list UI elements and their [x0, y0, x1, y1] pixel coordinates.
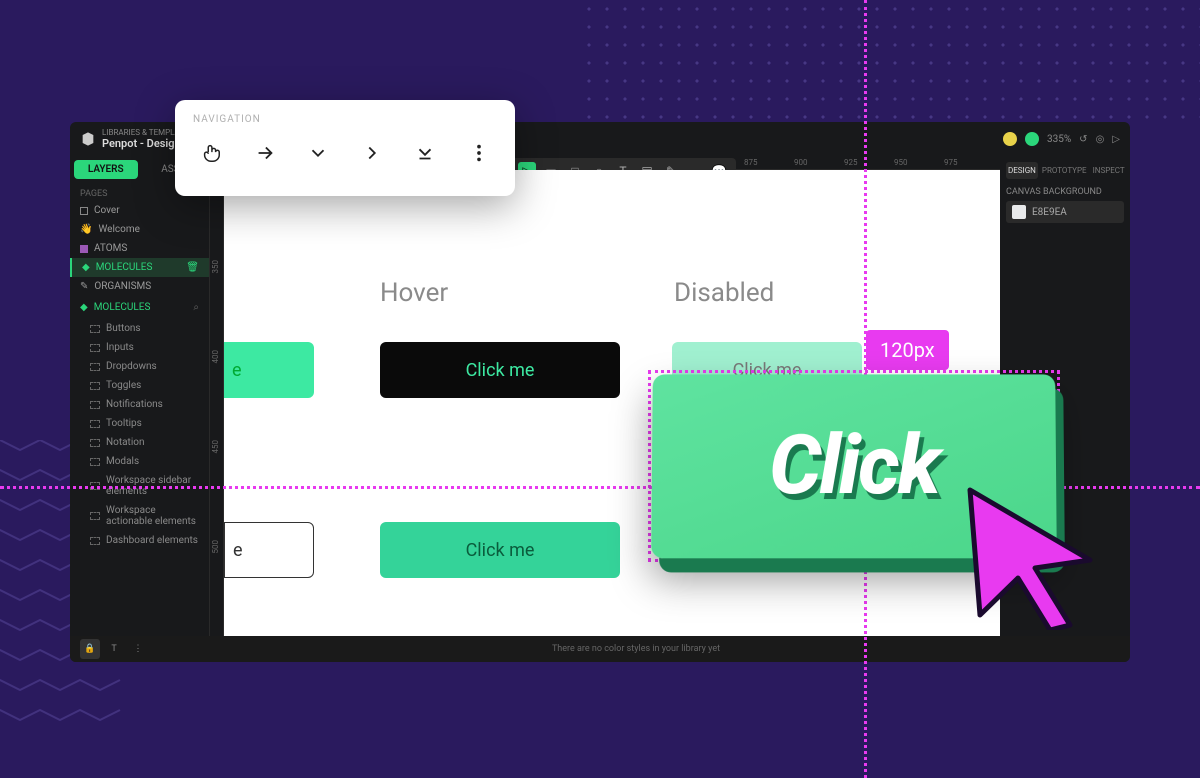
layer-item[interactable]: Workspace actionable elements — [70, 501, 209, 531]
bottombar-text-icon[interactable]: T — [104, 639, 124, 659]
layer-item[interactable]: Buttons — [70, 319, 209, 338]
page-label: ORGANISMS — [94, 281, 151, 292]
arrow-right-icon[interactable] — [251, 139, 279, 167]
button-preview-outline-peek[interactable]: e — [224, 522, 314, 578]
layers-root-label[interactable]: ◆MOLECULES⌕ — [70, 296, 209, 319]
page-item-welcome[interactable]: 👋Welcome — [70, 220, 209, 239]
layer-item[interactable]: Toggles — [70, 376, 209, 395]
chevron-right-icon[interactable] — [358, 139, 386, 167]
tab-layers[interactable]: LAYERS — [74, 160, 138, 179]
cursor-icon — [960, 480, 1100, 630]
chevron-down-line-icon[interactable] — [411, 139, 439, 167]
page-item-atoms[interactable]: ATOMS — [70, 239, 209, 258]
column-header-disabled: Disabled — [674, 278, 774, 308]
page-label: MOLECULES — [96, 262, 153, 273]
layer-item[interactable]: Notifications — [70, 395, 209, 414]
navigation-popover: NAVIGATION — [175, 100, 515, 196]
page-item-organisms[interactable]: ✎ORGANISMS — [70, 277, 209, 296]
layer-item[interactable]: Tooltips — [70, 414, 209, 433]
play-icon[interactable]: ▷ — [1112, 134, 1120, 145]
app-logo-icon — [80, 131, 96, 147]
popover-title: NAVIGATION — [193, 114, 497, 125]
more-vertical-icon[interactable] — [465, 139, 493, 167]
layer-item[interactable]: Dashboard elements — [70, 531, 209, 550]
canvas-bg-swatch[interactable]: E8E9EA — [1006, 201, 1124, 223]
chevron-down-icon[interactable] — [304, 139, 332, 167]
button-preview-default-peek[interactable]: e — [224, 342, 314, 398]
page-item-molecules[interactable]: ◆MOLECULES🗑 — [70, 258, 209, 277]
tab-prototype[interactable]: PROTOTYPE — [1040, 162, 1089, 179]
page-label: ATOMS — [94, 243, 127, 254]
measurement-badge: 120px — [866, 330, 949, 370]
page-item-cover[interactable]: Cover — [70, 201, 209, 220]
bottombar-more-icon[interactable]: ⋮ — [128, 639, 148, 659]
color-swatch-icon — [1012, 205, 1026, 219]
search-layers-icon[interactable]: ⌕ — [193, 302, 199, 313]
decorative-dots — [580, 0, 1200, 120]
bottom-bar: 🔒 T ⋮ There are no color styles in your … — [70, 636, 1130, 662]
ruler-vertical: 350 400 450 500 — [210, 170, 224, 636]
pointer-icon[interactable] — [197, 139, 225, 167]
canvas-bg-label: CANVAS BACKGROUND — [1006, 187, 1124, 197]
history-icon[interactable]: ↺ — [1079, 134, 1087, 145]
swatch-hex-value: E8E9EA — [1032, 207, 1067, 218]
page-label: Welcome — [98, 224, 139, 235]
left-sidebar: LAYERS ASSE PAGES Cover 👋Welcome ATOMS ◆… — [70, 156, 210, 636]
layer-item[interactable]: Modals — [70, 452, 209, 471]
column-header-hover: Hover — [380, 278, 448, 308]
bottombar-message: There are no color styles in your librar… — [552, 644, 720, 654]
user-badge-1[interactable] — [1003, 132, 1017, 146]
layer-item[interactable]: Notation — [70, 433, 209, 452]
tab-design[interactable]: DESIGN — [1006, 162, 1038, 179]
button-preview-secondary[interactable]: Click me — [380, 522, 620, 578]
delete-page-icon[interactable]: 🗑 — [186, 262, 199, 273]
page-label: Cover — [94, 205, 120, 216]
layer-item[interactable]: Inputs — [70, 338, 209, 357]
zoom-level[interactable]: 335% — [1047, 134, 1071, 145]
hero-click-label: Click — [769, 418, 939, 514]
tab-inspect[interactable]: INSPECT — [1091, 162, 1127, 179]
user-badge-2[interactable] — [1025, 132, 1039, 146]
layer-item[interactable]: Dropdowns — [70, 357, 209, 376]
button-preview-hover[interactable]: Click me — [380, 342, 620, 398]
view-mode-icon[interactable]: ◎ — [1096, 134, 1105, 145]
bottombar-lock-icon[interactable]: 🔒 — [80, 639, 100, 659]
